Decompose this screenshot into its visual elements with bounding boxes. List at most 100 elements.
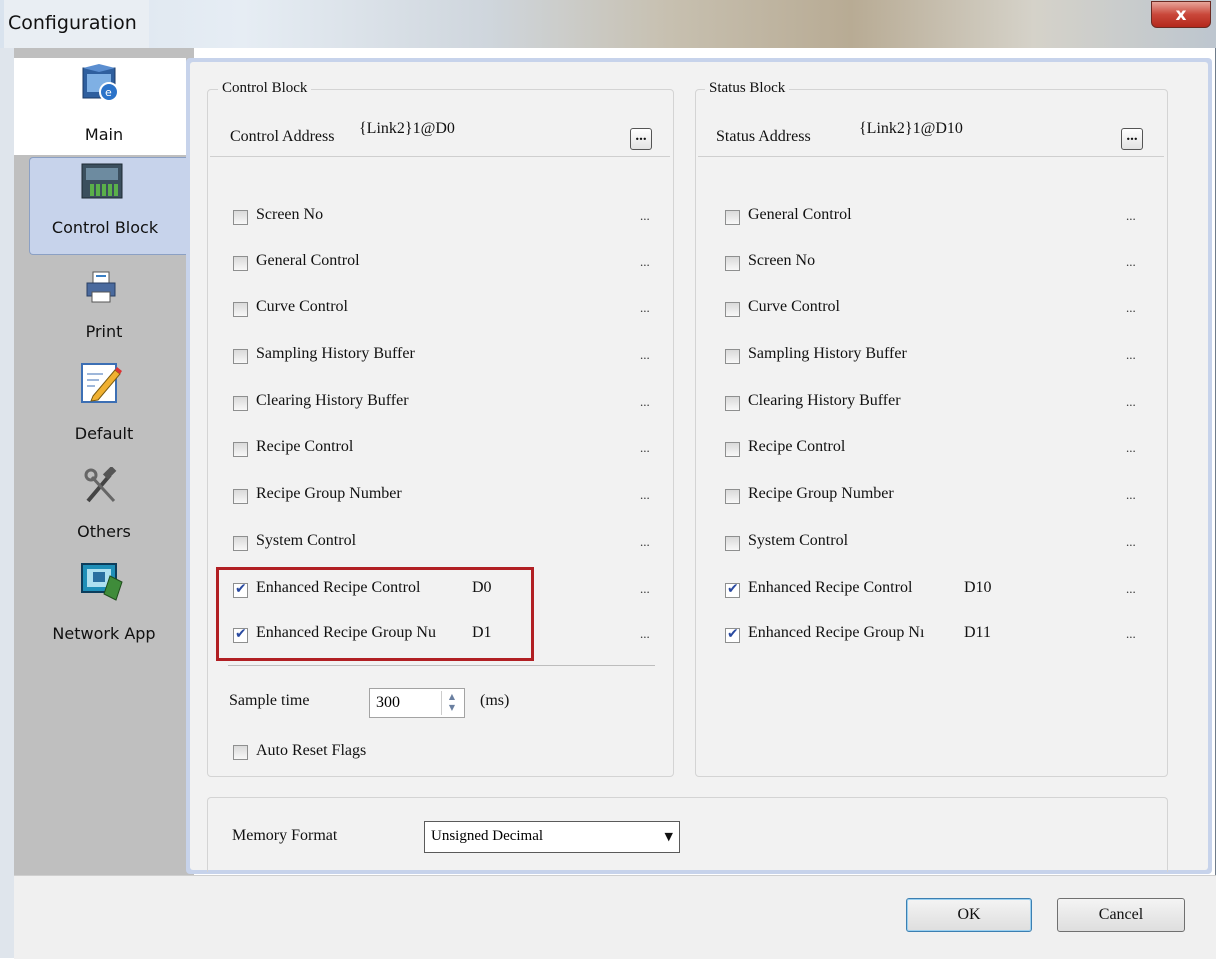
status-item-checkbox[interactable]: ✔	[725, 626, 740, 643]
spin-arrows-icon[interactable]: ▲ ▼	[441, 691, 462, 715]
memory-format-value: Unsigned Decimal	[431, 828, 544, 844]
status-item-checkbox[interactable]: ✔	[725, 581, 740, 598]
close-button[interactable]: x	[1151, 1, 1211, 28]
status-item-label: Recipe Group Number	[748, 485, 894, 502]
control-item-more-button[interactable]: ...	[640, 208, 650, 224]
window-left-edge	[0, 48, 14, 958]
control-block-title: Control Block	[218, 80, 312, 97]
sample-time-stepper[interactable]: 300 ▲ ▼	[369, 688, 465, 718]
control-item-checkbox[interactable]	[233, 210, 248, 225]
sidebar-item-label: Control Block	[51, 218, 159, 237]
control-item-more-button[interactable]: ...	[640, 347, 650, 363]
control-item-more-button[interactable]: ...	[640, 394, 650, 410]
svg-text:e: e	[105, 86, 112, 99]
control-item-checkbox[interactable]	[233, 396, 248, 411]
cancel-button[interactable]: Cancel	[1057, 898, 1185, 932]
status-item-more-button[interactable]: ...	[1126, 534, 1136, 550]
sidebar-item-label: Others	[77, 522, 131, 541]
memory-format-select[interactable]: Unsigned Decimal ▼	[424, 821, 680, 853]
control-item-checkbox[interactable]	[233, 349, 248, 364]
status-item-address: D10	[964, 579, 992, 596]
control-item-checkbox[interactable]	[233, 302, 248, 317]
memory-format-label: Memory Format	[232, 827, 338, 844]
status-item-more-button[interactable]: ...	[1126, 347, 1136, 363]
chevron-down-icon: ▼	[664, 830, 673, 843]
sample-time-label: Sample time	[229, 692, 310, 709]
title-bar[interactable]: Configuration x	[0, 0, 1216, 48]
status-item-label: Sampling History Buffer	[748, 345, 907, 362]
sidebar-item-others[interactable]: Others	[14, 465, 186, 545]
status-item-checkbox[interactable]	[725, 442, 740, 457]
status-item-more-button[interactable]: ...	[1126, 440, 1136, 456]
control-item-more-button[interactable]: ...	[640, 254, 650, 270]
control-item-more-button[interactable]: ...	[640, 300, 650, 316]
control-item-label: Recipe Group Number	[256, 485, 402, 502]
status-item-label: Enhanced Recipe Group Nı	[748, 624, 925, 641]
sidebar-item-label: Print	[85, 322, 123, 341]
auto-reset-flags-checkbox[interactable]	[233, 745, 248, 760]
status-item-more-button[interactable]: ...	[1126, 626, 1136, 642]
control-item-label: General Control	[256, 252, 360, 269]
status-address-browse-button[interactable]: ...	[1121, 128, 1143, 150]
status-item-label: Screen No	[748, 252, 816, 269]
status-item-more-button[interactable]: ...	[1126, 394, 1136, 410]
status-item-checkbox[interactable]	[725, 536, 740, 551]
status-item-checkbox[interactable]	[725, 349, 740, 364]
control-item-label: Curve Control	[256, 298, 348, 315]
status-address-field[interactable]: {Link2}1@D10	[859, 120, 963, 138]
status-item-label: Enhanced Recipe Control	[748, 579, 913, 596]
status-item-checkbox[interactable]	[725, 302, 740, 317]
control-item-more-button[interactable]: ...	[640, 581, 650, 597]
sample-time-value: 300	[376, 694, 400, 711]
window-title: Configuration	[4, 0, 149, 48]
status-item-checkbox[interactable]	[725, 489, 740, 504]
sidebar-item-print[interactable]: Print	[14, 268, 186, 348]
sidebar-item-main[interactable]: e Main	[14, 58, 186, 155]
control-item-checkbox[interactable]	[233, 442, 248, 457]
status-item-more-button[interactable]: ...	[1126, 208, 1136, 224]
control-block-group	[207, 89, 674, 777]
printer-icon	[84, 270, 118, 308]
control-item-label: Screen No	[256, 206, 324, 223]
control-address-label: Control Address	[230, 128, 335, 145]
status-item-checkbox[interactable]	[725, 210, 740, 225]
status-block-title: Status Block	[705, 80, 790, 97]
control-item-checkbox[interactable]	[233, 256, 248, 271]
memory-format-group	[207, 797, 1168, 872]
sidebar-item-label: Network App	[52, 624, 156, 643]
control-item-more-button[interactable]: ...	[640, 487, 650, 503]
control-item-checkbox[interactable]	[233, 489, 248, 504]
status-item-checkbox[interactable]	[725, 396, 740, 411]
control-item-more-button[interactable]: ...	[640, 626, 650, 642]
monitor-globe-icon: e	[81, 62, 121, 110]
status-item-checkbox[interactable]	[725, 256, 740, 271]
status-item-more-button[interactable]: ...	[1126, 300, 1136, 316]
control-address-browse-button[interactable]: ...	[630, 128, 652, 150]
sidebar-item-control-block[interactable]: Control Block	[29, 157, 187, 255]
status-item-label: Recipe Control	[748, 438, 846, 455]
status-item-label: General Control	[748, 206, 852, 223]
status-item-address: D11	[964, 624, 991, 641]
auto-reset-flags-label: Auto Reset Flags	[256, 742, 367, 759]
status-block-group	[695, 89, 1168, 777]
control-item-more-button[interactable]: ...	[640, 440, 650, 456]
sidebar-item-network-app[interactable]: Network App	[14, 562, 186, 646]
tools-icon	[84, 465, 120, 511]
control-address-field[interactable]: {Link2}1@D0	[359, 120, 455, 138]
status-item-more-button[interactable]: ...	[1126, 487, 1136, 503]
control-item-label: Recipe Control	[256, 438, 354, 455]
control-item-more-button[interactable]: ...	[640, 534, 650, 550]
status-item-more-button[interactable]: ...	[1126, 254, 1136, 270]
control-item-checkbox[interactable]	[233, 536, 248, 551]
separator	[228, 665, 655, 666]
checkmark-icon: ✔	[727, 581, 739, 597]
status-address-label: Status Address	[716, 128, 811, 145]
highlight-box	[216, 567, 534, 661]
status-item-label: Curve Control	[748, 298, 840, 315]
control-panel-icon	[80, 162, 124, 206]
sidebar-item-default[interactable]: Default	[14, 358, 186, 448]
edit-pen-icon	[79, 360, 123, 410]
ok-button[interactable]: OK	[906, 898, 1032, 932]
control-item-label: System Control	[256, 532, 357, 549]
status-item-more-button[interactable]: ...	[1126, 581, 1136, 597]
